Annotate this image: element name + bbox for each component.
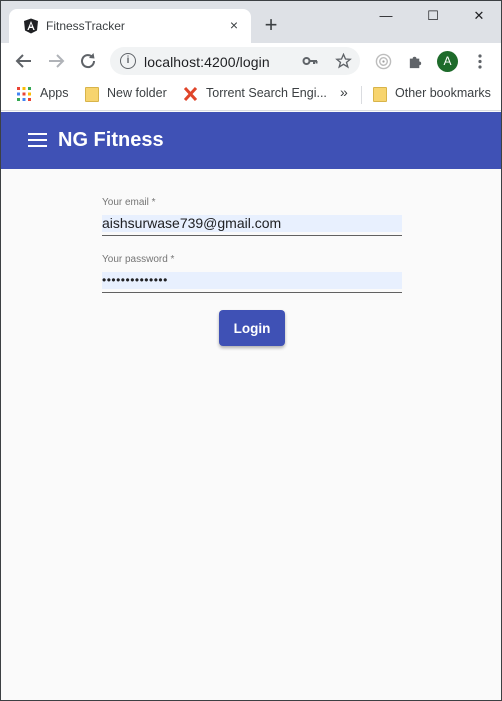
- back-icon[interactable]: [12, 49, 36, 73]
- browser-toolbar: i localhost:4200/login A: [1, 43, 501, 80]
- email-value: aishsurwase739@gmail.com: [102, 215, 282, 231]
- star-icon[interactable]: [335, 53, 352, 69]
- menu-icon[interactable]: [28, 133, 47, 147]
- password-value: ••••••••••••••: [102, 273, 168, 287]
- info-icon[interactable]: i: [120, 53, 136, 69]
- profile-avatar[interactable]: A: [437, 51, 458, 72]
- email-label: Your email *: [102, 197, 156, 208]
- email-field[interactable]: aishsurwase739@gmail.com: [102, 215, 402, 232]
- folder-icon: [373, 87, 387, 102]
- bookmark-torrent-search[interactable]: Torrent Search Engi...: [206, 86, 327, 100]
- minimize-button[interactable]: —: [371, 5, 401, 27]
- extensions-puzzle-icon[interactable]: [407, 53, 424, 70]
- bookmark-new-folder[interactable]: New folder: [107, 86, 167, 100]
- torrent-x-icon: [184, 87, 197, 101]
- apps-grid-icon[interactable]: [17, 87, 31, 101]
- reload-icon[interactable]: [76, 49, 100, 73]
- url-text: localhost:4200/login: [144, 54, 270, 70]
- password-field[interactable]: ••••••••••••••: [102, 272, 402, 289]
- bookmarks-divider: [361, 86, 362, 104]
- app-title: NG Fitness: [58, 129, 164, 151]
- key-icon[interactable]: [302, 54, 318, 68]
- app-toolbar: NG Fitness: [1, 112, 501, 169]
- login-button[interactable]: Login: [219, 310, 285, 346]
- extension-radar-icon[interactable]: [375, 53, 392, 70]
- bookmarks-bar: Apps New folder Torrent Search Engi... »…: [1, 80, 501, 111]
- address-bar[interactable]: i localhost:4200/login: [110, 47, 360, 75]
- bookmark-apps[interactable]: Apps: [40, 86, 69, 100]
- new-tab-button[interactable]: +: [260, 14, 282, 37]
- browser-tab[interactable]: FitnessTracker ×: [9, 9, 251, 43]
- bookmarks-overflow-icon[interactable]: »: [340, 84, 348, 100]
- email-underline: [102, 235, 402, 236]
- password-underline: [102, 292, 402, 293]
- bookmark-other[interactable]: Other bookmarks: [395, 86, 491, 100]
- folder-icon: [85, 87, 99, 102]
- maximize-button[interactable]: ☐: [418, 5, 448, 27]
- tab-close-icon[interactable]: ×: [225, 16, 243, 34]
- angular-logo-icon: [24, 18, 38, 34]
- forward-icon[interactable]: [44, 49, 68, 73]
- more-menu-icon[interactable]: [475, 53, 485, 70]
- password-label: Your password *: [102, 254, 175, 265]
- tab-title: FitnessTracker: [46, 19, 125, 33]
- close-window-button[interactable]: ✕: [464, 5, 494, 27]
- title-bar: FitnessTracker × + — ☐ ✕: [1, 1, 501, 43]
